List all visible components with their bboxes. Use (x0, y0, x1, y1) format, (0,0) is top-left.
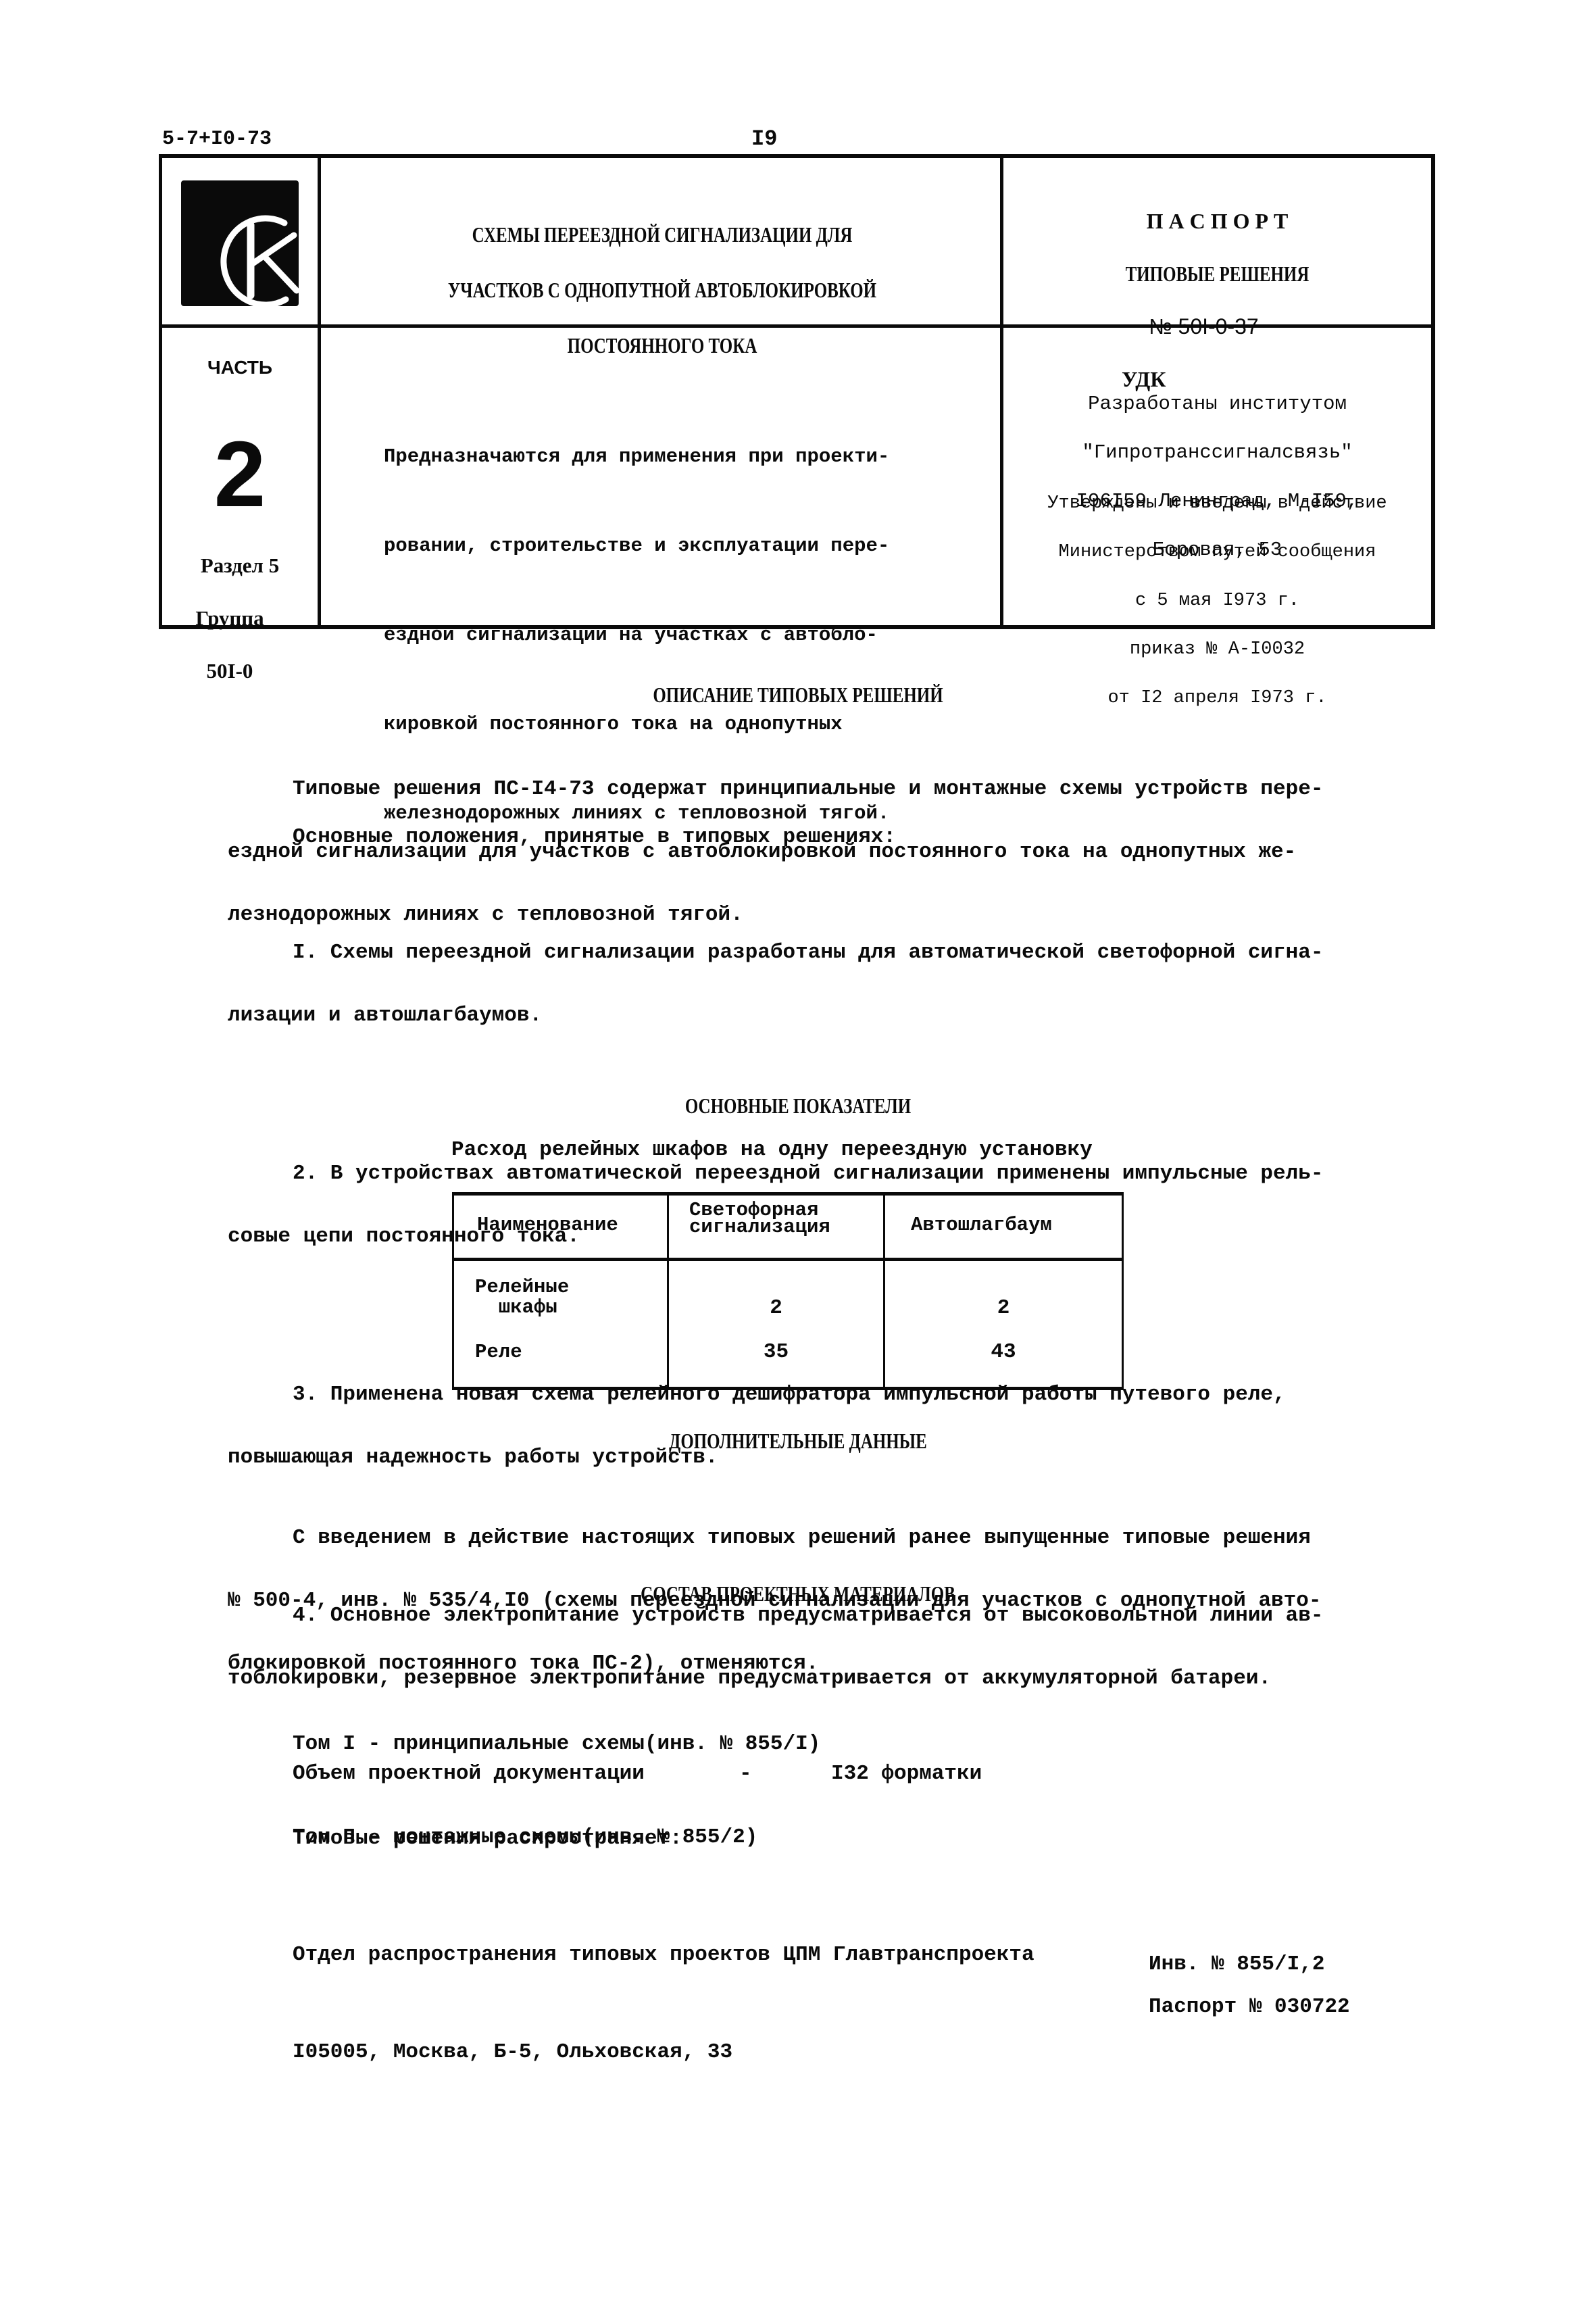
page-number: I9 (751, 126, 778, 151)
approval-line: с 5 мая I973 г. (1134, 591, 1300, 611)
approval-line: приказ № А-I0032 (1129, 639, 1305, 660)
distributor-address: Отдел распространения типовых проектов Ц… (293, 1874, 1034, 2101)
section-label: Раздел 5 (200, 553, 280, 577)
title-line: УЧАСТКОВ С ОДНОПУТНОЙ АВТОБЛОКИРОВКОЙ (447, 278, 877, 302)
row-label: Релейные шкафы (475, 1276, 570, 1319)
list-item: 3. Применена новая схема релейного дешиф… (228, 1342, 1323, 1510)
document-title: СХЕМЫ ПЕРЕЕЗДНОЙ СИГНАЛИЗАЦИИ ДЛЯ УЧАСТК… (324, 195, 1000, 373)
logo-ck-icon (220, 215, 300, 308)
developer-line: Разработаны институтом (1088, 393, 1347, 415)
indicators-caption: Расход релейных шкафов на одну переездну… (451, 1138, 1093, 1162)
passport-label: П А С П О Р Т (1146, 209, 1289, 233)
purpose-line: кировкой постоянного тока на однопутных (384, 713, 843, 735)
title-line: ПОСТОЯННОГО ТОКА (567, 333, 757, 358)
part-section: Раздел 5 Группа 50I-0 (162, 522, 318, 697)
developer-line: "Гипротранссигналсвязь" (1082, 441, 1353, 464)
purpose-line: Предназначаются для применения при проек… (384, 445, 890, 468)
title-line: СХЕМЫ ПЕРЕЕЗДНОЙ СИГНАЛИЗАЦИИ ДЛЯ (472, 222, 853, 247)
group-number: 50I-0 (206, 659, 253, 683)
materials-heading: СОСТАВ ПРОЕКТНЫХ МАТЕРИАЛОВ (641, 1581, 955, 1606)
volume-item: Том I - принципиальные схемы(инв. № 855/… (293, 1732, 821, 1756)
list-item-line: 2. В устройствах автоматической переездн… (293, 1162, 1324, 1185)
approval-line: от I2 апреля I973 г. (1107, 688, 1327, 708)
positions-label: Основные положения, принятые в типовых р… (293, 825, 896, 849)
additional-line: С введением в действие настоящих типовых… (293, 1526, 1311, 1550)
column-header: Автошлагбаум (911, 1214, 1052, 1236)
purpose-line: ровании, строительстве и эксплуатации пе… (384, 535, 890, 557)
distributor-label: Типовые решения распространяет: (293, 1827, 682, 1850)
volume-dash: - (739, 1762, 752, 1786)
distributor-line: I05005, Москва, Б-5, Ольховская, 33 (293, 2040, 733, 2064)
purpose-line: ездной сигнализации на участках с автобл… (384, 624, 878, 646)
document-code: 5-7+I0-73 (162, 128, 272, 151)
description-heading: ОПИСАНИЕ ТИПОВЫХ РЕШЕНИЙ (653, 683, 943, 707)
passport-subtitle: ТИПОВЫЕ РЕШЕНИЯ (1125, 262, 1310, 286)
cell-value: 2 (770, 1296, 782, 1320)
additional-heading: ДОПОЛНИТЕЛЬНЫЕ ДАННЫЕ (669, 1429, 927, 1453)
approval-line: Утверждены и введены в действие (1047, 493, 1387, 514)
row-label: Реле (475, 1341, 522, 1363)
column-header: Светофорная сигнализация (689, 1199, 830, 1238)
volume-value: I32 форматки (831, 1762, 982, 1786)
group-label: Группа (195, 606, 264, 630)
approval-line: Министерством путей сообщения (1058, 542, 1376, 562)
list-item-line: лизации и автошлагбаумов. (228, 1004, 543, 1027)
logo (181, 180, 300, 308)
indicators-heading: ОСНОВНЫЕ ПОКАЗАТЕЛИ (684, 1093, 912, 1118)
part-label: ЧАСТЬ (207, 357, 272, 378)
column-header: Наименование (477, 1214, 618, 1236)
inventory-number: Инв. № 855/I,2 (1149, 1952, 1325, 1976)
list-item-line: I. Схемы переездной сигнализации разрабо… (293, 941, 1324, 964)
cell-value: 43 (991, 1340, 1016, 1364)
part-number: 2 (214, 422, 266, 526)
cell-value: 2 (997, 1296, 1010, 1320)
approval-info: Утверждены и введены в действие Министер… (1003, 463, 1431, 722)
intro-line: Типовые решения ПС-I4-73 содержат принци… (293, 777, 1324, 801)
passport-number: № 50I-0-37 (1149, 314, 1259, 339)
volume-label: Объем проектной документации (293, 1762, 645, 1786)
passport-serial: Паспорт № 030722 (1149, 1995, 1350, 2019)
distributor-line: Отдел распространения типовых проектов Ц… (293, 1943, 1034, 1967)
cell-value: 35 (763, 1340, 789, 1364)
list-item: I. Схемы переездной сигнализации разрабо… (228, 900, 1323, 1068)
